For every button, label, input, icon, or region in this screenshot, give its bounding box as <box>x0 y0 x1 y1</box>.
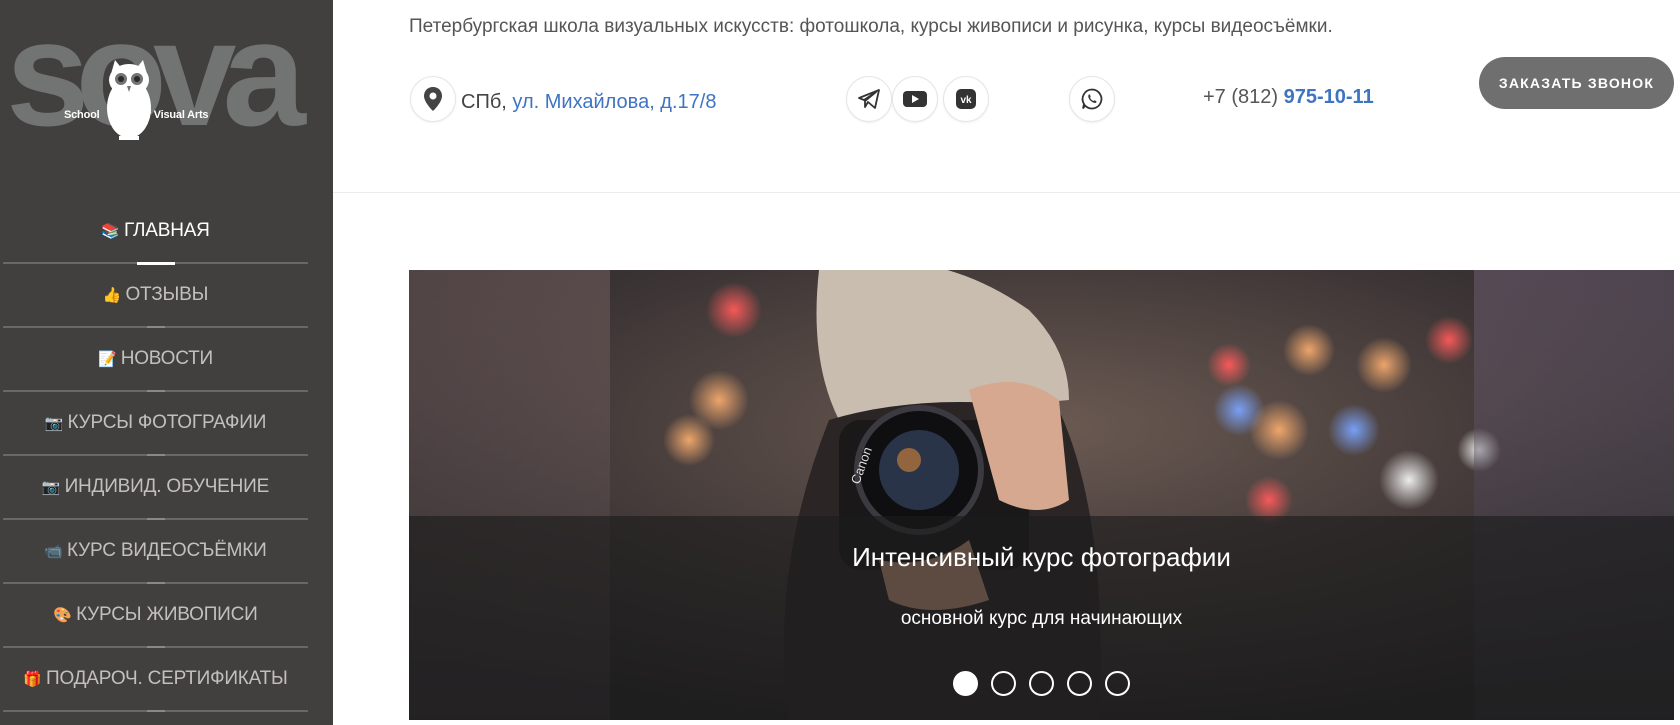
slider-dot-3[interactable] <box>1029 671 1054 696</box>
logo[interactable]: sova School Of Visual Arts <box>6 0 311 148</box>
nav-item-underline <box>146 710 165 712</box>
svg-text:vk: vk <box>960 95 972 106</box>
location-pin-icon <box>410 76 456 122</box>
books-icon: 📚 <box>101 223 120 240</box>
slide-title: Интенсивный курс фотографии <box>852 542 1231 572</box>
address-city: СПб, <box>461 91 507 113</box>
youtube-icon[interactable] <box>892 76 938 122</box>
address: СПб, ул. Михайлова, д.17/8 <box>461 91 716 114</box>
camera-icon: 📷 <box>41 479 61 496</box>
slider-dot-5[interactable] <box>1105 671 1130 696</box>
memo-icon: 📝 <box>98 351 117 368</box>
address-link[interactable]: ул. Михайлова, д.17/8 <box>512 91 716 113</box>
nav-item-label: ГЛАВНАЯ <box>123 220 210 241</box>
slider-dot-1[interactable] <box>953 671 978 696</box>
palette-icon: 🎨 <box>53 607 73 624</box>
phone[interactable]: +7 (812) 975-10-11 <box>1203 86 1374 109</box>
camera-icon: 📷 <box>44 415 64 432</box>
nav-item-label: ПОДАРОЧ. СЕРТИФИКАТЫ <box>46 668 288 689</box>
nav-item-photo-courses[interactable]: 📷 КУРСЫ ФОТОГРАФИИ <box>3 392 308 456</box>
thumbs-up-icon: 👍 <box>102 287 122 304</box>
main-nav: 📚 ГЛАВНАЯ 👍 ОТЗЫВЫ 📝 НОВОСТИ 📷 КУРСЫ ФОТ… <box>3 200 308 712</box>
nav-item-label: НОВОСТИ <box>120 348 213 369</box>
hero-slider[interactable]: Canon Интенсивный курс фотографии основн… <box>409 270 1674 720</box>
logo-tagline-right: Of Visual Arts <box>139 109 209 121</box>
nav-item-label: ОТЗЫВЫ <box>125 284 209 305</box>
header-divider <box>333 192 1680 193</box>
phone-prefix: +7 (812) <box>1203 86 1279 108</box>
slide-subtitle: основной курс для начинающих <box>900 608 1183 629</box>
vk-icon[interactable]: vk <box>943 76 989 122</box>
nav-item-label: КУРС ВИДЕОСЪЁМКИ <box>67 540 267 561</box>
slider-dot-2[interactable] <box>991 671 1016 696</box>
nav-item-video-course[interactable]: 📹 КУРС ВИДЕОСЪЁМКИ <box>3 520 308 584</box>
sidebar: sova School Of Visual Arts 📚 ГЛАВНАЯ 👍 О… <box>0 0 333 725</box>
order-call-button[interactable]: ЗАКАЗАТЬ ЗВОНОК <box>1479 57 1674 109</box>
nav-item-individual[interactable]: 📷 ИНДИВИД. ОБУЧЕНИЕ <box>3 456 308 520</box>
nav-item-reviews[interactable]: 👍 ОТЗЫВЫ <box>3 264 308 328</box>
slider-dots <box>953 671 1130 696</box>
telegram-icon[interactable] <box>846 76 892 122</box>
logo-tagline-left: School <box>64 109 100 121</box>
nav-item-gift-certificates[interactable]: 🎁 ПОДАРОЧ. СЕРТИФИКАТЫ <box>3 648 308 712</box>
nav-item-home[interactable]: 📚 ГЛАВНАЯ <box>3 200 308 265</box>
slider-dot-4[interactable] <box>1067 671 1092 696</box>
video-camera-icon: 📹 <box>44 543 64 560</box>
nav-item-label: КУРСЫ ФОТОГРАФИИ <box>67 412 267 433</box>
site-tagline: Петербургская школа визуальных искусств:… <box>409 16 1333 37</box>
whatsapp-icon[interactable] <box>1069 76 1115 122</box>
nav-item-label: ИНДИВИД. ОБУЧЕНИЕ <box>64 476 270 497</box>
nav-item-news[interactable]: 📝 НОВОСТИ <box>3 328 308 392</box>
gift-icon: 🎁 <box>23 671 43 688</box>
nav-item-painting[interactable]: 🎨 КУРСЫ ЖИВОПИСИ <box>3 584 308 648</box>
phone-number: 975-10-11 <box>1283 86 1374 108</box>
owl-icon <box>107 60 151 140</box>
nav-item-label: КУРСЫ ЖИВОПИСИ <box>76 604 258 625</box>
